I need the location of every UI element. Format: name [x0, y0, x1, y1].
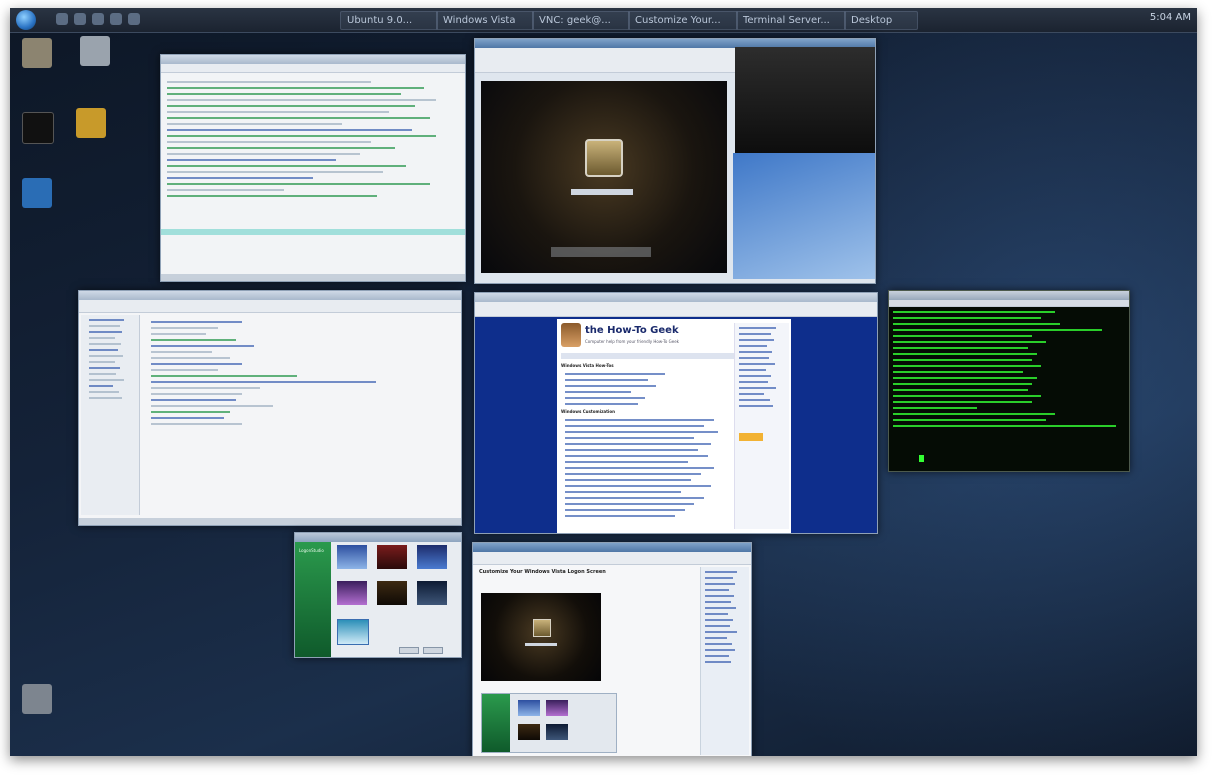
browser-toolbar	[475, 302, 877, 317]
window-titlebar	[295, 533, 461, 542]
wallpaper-thumbnail	[518, 700, 540, 716]
window-titlebar	[475, 293, 877, 302]
quicklaunch-icon[interactable]	[110, 13, 122, 25]
vm-screen	[481, 81, 727, 273]
user-avatar	[533, 619, 551, 637]
sidebar-panel[interactable]: LogonStudio	[295, 542, 331, 657]
browser-window[interactable]: the How-To Geek Computer help from your …	[474, 292, 878, 534]
link-list[interactable]	[565, 373, 731, 409]
password-field	[525, 643, 557, 646]
wallpaper-thumbnail[interactable]	[417, 581, 447, 605]
wallpaper-thumbnail	[546, 724, 568, 740]
logon-screenshot	[481, 593, 601, 681]
taskbar-button[interactable]: Customize Your...	[628, 11, 738, 30]
clock: 5:04 AM	[1149, 12, 1191, 23]
section-heading: Windows Vista How-Tos	[561, 363, 614, 368]
wallpaper-thumbnail[interactable]	[337, 619, 369, 645]
cancel-button[interactable]	[423, 647, 443, 654]
document-icon[interactable]	[80, 36, 110, 66]
wallpaper-area	[733, 153, 875, 279]
quicklaunch-icon[interactable]	[128, 13, 140, 25]
logonstudio-window[interactable]: LogonStudio	[294, 532, 462, 658]
terminal-cursor	[919, 455, 924, 462]
page-sidebar	[700, 567, 749, 755]
wallpaper-thumbnail[interactable]	[377, 545, 407, 569]
wallpaper-thumbnail	[546, 700, 568, 716]
window-toolbar	[161, 64, 465, 73]
wallpaper-thumbnail[interactable]	[337, 545, 367, 569]
document-icon[interactable]	[22, 684, 52, 714]
wallpaper-thumbnail[interactable]	[337, 581, 367, 605]
customize-browser-window[interactable]: Customize Your Windows Vista Logon Scree…	[472, 542, 752, 756]
quicklaunch-icon[interactable]	[56, 13, 68, 25]
taskbar-button[interactable]: VNC: geek@...	[532, 11, 630, 30]
taskbar-button[interactable]: Desktop	[844, 11, 918, 30]
code-editor[interactable]	[151, 321, 455, 429]
terminal-window[interactable]	[888, 290, 1130, 472]
user-avatar	[585, 139, 623, 177]
webpage[interactable]: the How-To Geek Computer help from your …	[557, 319, 791, 533]
wallpaper-thumbnail[interactable]	[377, 581, 407, 605]
desktop: Ubuntu 9.0... Windows Vista VNC: geek@..…	[10, 8, 1197, 756]
section-heading: Windows Customization	[561, 409, 615, 414]
taskbar-button[interactable]: Terminal Server...	[736, 11, 846, 30]
sidebar-panel	[482, 694, 510, 752]
desktop-icon[interactable]	[76, 108, 106, 138]
quicklaunch-icon[interactable]	[92, 13, 104, 25]
desktop-icon[interactable]	[22, 38, 52, 68]
logonstudio-screenshot	[481, 693, 617, 753]
sidebar	[734, 323, 789, 529]
window-titlebar	[79, 291, 461, 300]
windows-orb-icon[interactable]	[16, 10, 36, 30]
window-menubar	[889, 300, 1129, 307]
terminal-output	[893, 311, 1125, 431]
taskbar: Ubuntu 9.0... Windows Vista VNC: geek@..…	[10, 8, 1197, 33]
window-toolbar	[79, 300, 461, 313]
geek-mascot-icon	[561, 323, 581, 347]
site-title[interactable]: the How-To Geek	[585, 325, 679, 336]
password-field[interactable]	[571, 189, 633, 195]
window-titlebar	[889, 291, 1129, 300]
text-editor-window[interactable]	[160, 54, 466, 282]
site-tagline: Computer help from your friendly How-To …	[585, 339, 679, 344]
article-list[interactable]	[565, 419, 731, 521]
ide-window[interactable]	[78, 290, 462, 526]
ad-badge[interactable]	[739, 433, 763, 441]
desktop-icon[interactable]	[22, 112, 54, 144]
highlighted-line	[161, 229, 465, 235]
virtual-machine-window[interactable]	[474, 38, 876, 284]
window-titlebar	[161, 55, 465, 64]
nav-bar[interactable]	[561, 353, 737, 359]
quicklaunch-icon[interactable]	[74, 13, 86, 25]
windows-logo	[551, 247, 651, 257]
browser-toolbar	[473, 552, 751, 565]
desktop-icon[interactable]	[22, 178, 52, 208]
app-title: LogonStudio	[299, 548, 324, 553]
photo-thumbnail	[735, 47, 875, 153]
page-heading: Customize Your Windows Vista Logon Scree…	[479, 569, 606, 575]
status-bar	[161, 274, 465, 281]
window-titlebar	[473, 543, 751, 552]
wallpaper-thumbnail[interactable]	[417, 545, 447, 569]
wallpaper-thumbnail	[518, 724, 540, 740]
ok-button[interactable]	[399, 647, 419, 654]
project-explorer[interactable]	[81, 315, 140, 515]
taskbar-button[interactable]: Ubuntu 9.0...	[340, 11, 438, 30]
document-text	[167, 81, 459, 201]
taskbar-button[interactable]: Windows Vista	[436, 11, 534, 30]
status-bar	[79, 518, 461, 525]
